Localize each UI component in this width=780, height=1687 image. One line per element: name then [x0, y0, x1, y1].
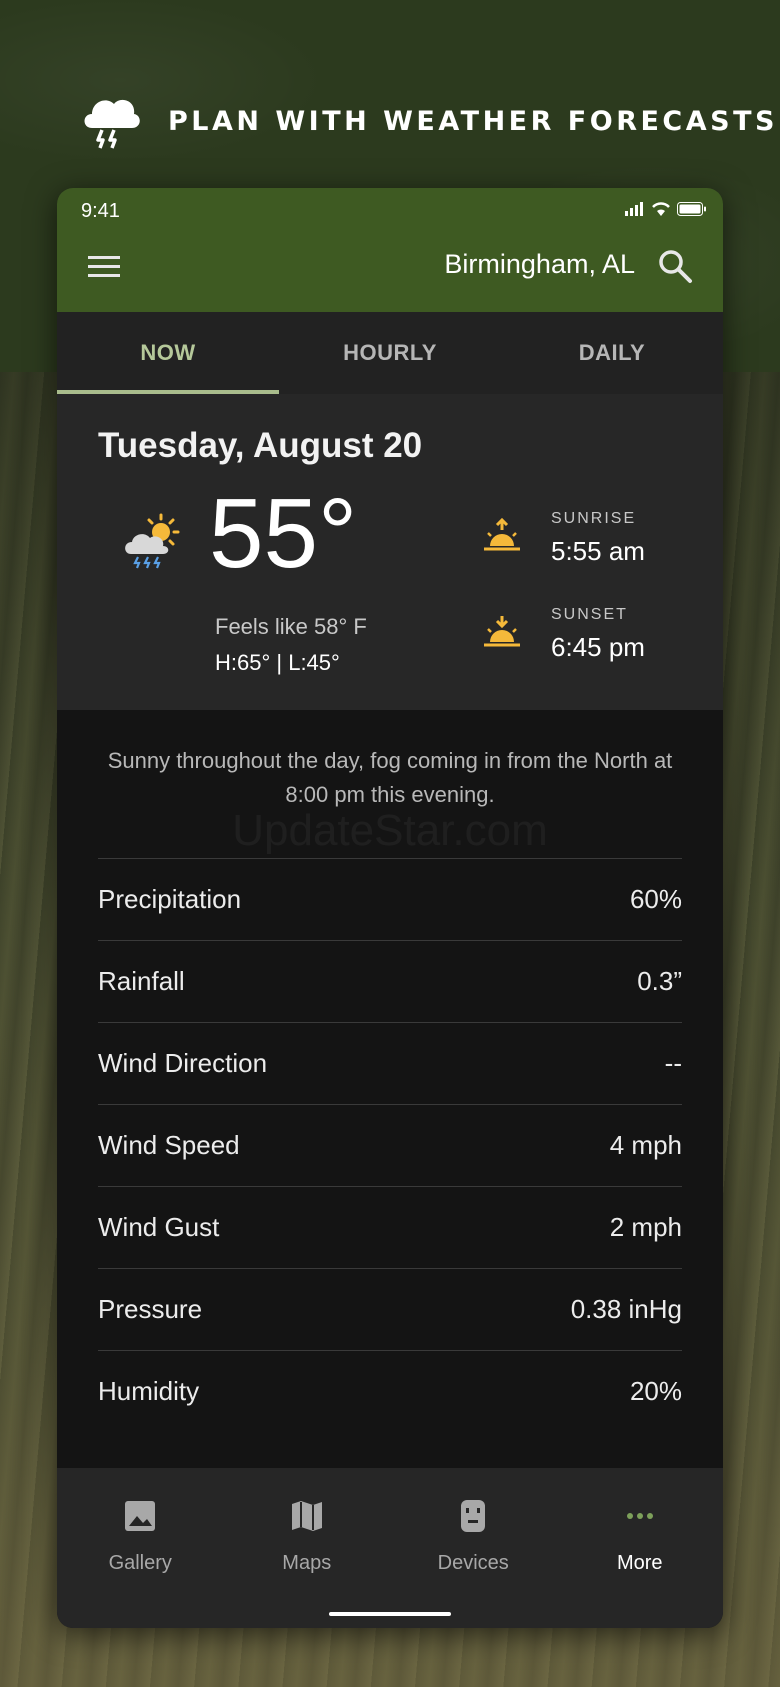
- nav-label: Gallery: [108, 1552, 172, 1574]
- detail-value: 2 mph: [609, 1212, 682, 1242]
- nav-label: Maps: [282, 1552, 332, 1574]
- tab-daily[interactable]: DAILY: [501, 312, 723, 394]
- detail-label: Humidity: [98, 1376, 200, 1406]
- detail-label: Wind Speed: [98, 1130, 240, 1160]
- forecast-tabs: NOW HOURLY DAILY: [57, 312, 723, 394]
- sunset-label: SUNSET: [551, 606, 628, 623]
- detail-label: Wind Gust: [98, 1212, 220, 1242]
- detail-label: Pressure: [98, 1294, 203, 1324]
- detail-value: 60%: [629, 884, 682, 914]
- tab-hourly[interactable]: HOURLY: [279, 312, 501, 394]
- current-conditions-panel: Tuesday, August 20 55° Feels like 58° F …: [57, 394, 723, 710]
- details-list: Precipitation 60% Rainfall 0.3” Wind Dir…: [98, 858, 682, 1432]
- nav-maps[interactable]: Maps: [224, 1468, 391, 1628]
- banner-title: PLAN WITH WEATHER FORECASTS: [168, 105, 778, 137]
- bottom-navigation: Gallery Maps Devices More: [57, 1468, 723, 1628]
- sunset-time: 6:45 pm: [551, 632, 645, 662]
- status-bar: 9:41: [57, 188, 723, 232]
- detail-value: 20%: [629, 1376, 682, 1406]
- current-temperature: 55°: [209, 478, 358, 588]
- map-icon: [291, 1501, 322, 1531]
- sunrise-time: 5:55 am: [551, 536, 645, 566]
- detail-row-rainfall: Rainfall 0.3”: [98, 940, 682, 1022]
- detail-value: 4 mph: [609, 1130, 682, 1160]
- home-indicator[interactable]: [329, 1612, 451, 1616]
- app-bar: Birmingham, AL: [57, 232, 723, 312]
- detail-row-wind-gust: Wind Gust 2 mph: [98, 1186, 682, 1268]
- detail-row-wind-direction: Wind Direction --: [98, 1022, 682, 1104]
- high-low: H:65° | L:45°: [215, 650, 340, 675]
- storm-cloud-icon: [84, 99, 140, 149]
- detail-label: Wind Direction: [98, 1048, 268, 1078]
- nav-more[interactable]: More: [557, 1468, 724, 1628]
- more-dots-icon: [626, 1513, 653, 1519]
- nav-label: Devices: [437, 1552, 509, 1574]
- detail-value: --: [664, 1048, 682, 1078]
- sunset-icon: [484, 616, 520, 647]
- nav-devices[interactable]: Devices: [390, 1468, 557, 1628]
- detail-row-precipitation: Precipitation 60%: [98, 858, 682, 940]
- feels-like: Feels like 58° F: [215, 614, 367, 639]
- partly-sunny-thunderstorm-icon: [125, 513, 180, 569]
- trail-camera-icon: [461, 1500, 486, 1532]
- sunrise-icon: [484, 518, 520, 551]
- detail-value: 0.3”: [637, 966, 682, 996]
- status-time: 9:41: [81, 200, 120, 222]
- search-icon[interactable]: [657, 248, 693, 284]
- promo-banner: PLAN WITH WEATHER FORECASTS: [78, 86, 778, 156]
- tab-now[interactable]: NOW: [57, 312, 279, 394]
- forecast-date: Tuesday, August 20: [98, 426, 423, 465]
- forecast-summary: Sunny throughout the day, fog coming in …: [107, 748, 673, 807]
- battery-icon: [677, 202, 706, 216]
- phone-screen: 9:41 Birmingham, AL NOW HOURLY DAILY Tue…: [57, 188, 723, 1628]
- nav-label: More: [616, 1552, 663, 1574]
- detail-row-pressure: Pressure 0.38 inHg: [98, 1268, 682, 1350]
- detail-label: Precipitation: [98, 884, 242, 914]
- signal-icon: [625, 202, 643, 216]
- watermark: UpdateStar.com: [232, 806, 548, 855]
- sunrise-label: SUNRISE: [551, 510, 637, 527]
- detail-label: Rainfall: [98, 966, 185, 996]
- nav-gallery[interactable]: Gallery: [57, 1468, 224, 1628]
- location-title[interactable]: Birmingham, AL: [444, 249, 635, 280]
- detail-row-humidity: Humidity 20%: [98, 1350, 682, 1432]
- detail-value: 0.38 inHg: [570, 1294, 682, 1324]
- hamburger-menu-icon[interactable]: [87, 250, 121, 284]
- wifi-icon: [652, 202, 670, 216]
- detail-row-wind-speed: Wind Speed 4 mph: [98, 1104, 682, 1186]
- image-icon: [125, 1501, 156, 1531]
